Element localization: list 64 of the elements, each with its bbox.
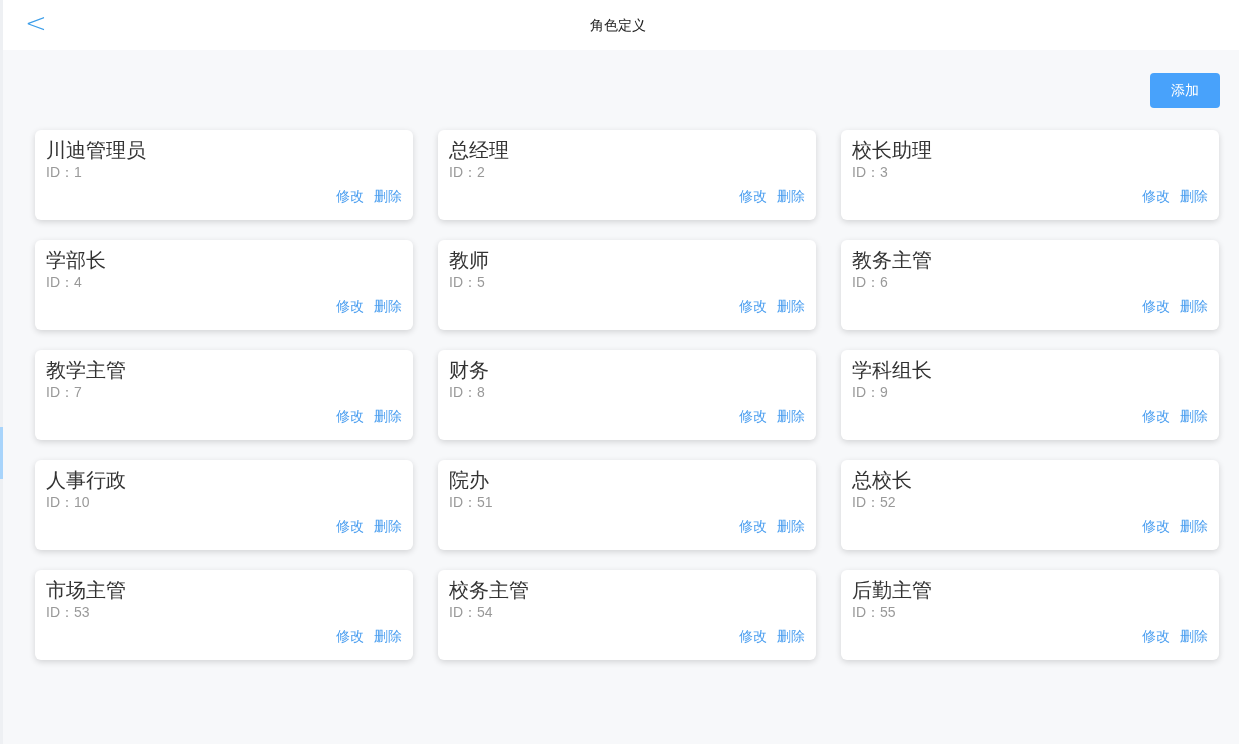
- edit-link[interactable]: 修改: [1142, 517, 1170, 535]
- edit-link[interactable]: 修改: [336, 297, 364, 315]
- role-name: 学科组长: [852, 358, 932, 383]
- role-id: ID：2: [449, 163, 485, 181]
- role-id: ID：4: [46, 273, 82, 291]
- delete-link[interactable]: 删除: [1180, 297, 1208, 315]
- role-name: 总经理: [449, 138, 509, 163]
- delete-link[interactable]: 删除: [1180, 187, 1208, 205]
- edit-link[interactable]: 修改: [739, 297, 767, 315]
- role-name: 人事行政: [46, 468, 126, 493]
- edit-link[interactable]: 修改: [336, 407, 364, 425]
- delete-link[interactable]: 删除: [777, 187, 805, 205]
- back-button[interactable]: <: [25, 10, 47, 36]
- edit-link[interactable]: 修改: [336, 517, 364, 535]
- role-name: 教务主管: [852, 248, 932, 273]
- role-id: ID：3: [852, 163, 888, 181]
- role-id: ID：51: [449, 493, 493, 511]
- delete-link[interactable]: 删除: [777, 517, 805, 535]
- delete-link[interactable]: 删除: [374, 297, 402, 315]
- role-id: ID：6: [852, 273, 888, 291]
- role-name: 后勤主管: [852, 578, 932, 603]
- role-name: 学部长: [46, 248, 106, 273]
- delete-link[interactable]: 删除: [1180, 627, 1208, 645]
- edit-link[interactable]: 修改: [336, 627, 364, 645]
- role-id: ID：8: [449, 383, 485, 401]
- edit-link[interactable]: 修改: [739, 187, 767, 205]
- role-id: ID：52: [852, 493, 896, 511]
- role-name: 财务: [449, 358, 489, 383]
- edit-link[interactable]: 修改: [1142, 407, 1170, 425]
- role-name: 川迪管理员: [46, 138, 146, 163]
- edit-link[interactable]: 修改: [739, 517, 767, 535]
- add-button[interactable]: 添加: [1150, 73, 1220, 108]
- edit-link[interactable]: 修改: [1142, 297, 1170, 315]
- role-id: ID：1: [46, 163, 82, 181]
- delete-link[interactable]: 删除: [374, 517, 402, 535]
- role-name: 校务主管: [449, 578, 529, 603]
- delete-link[interactable]: 删除: [777, 627, 805, 645]
- role-name: 校长助理: [852, 138, 932, 163]
- delete-link[interactable]: 删除: [374, 627, 402, 645]
- role-name: 教学主管: [46, 358, 126, 383]
- edit-link[interactable]: 修改: [739, 407, 767, 425]
- role-id: ID：9: [852, 383, 888, 401]
- delete-link[interactable]: 删除: [1180, 517, 1208, 535]
- edit-link[interactable]: 修改: [739, 627, 767, 645]
- delete-link[interactable]: 删除: [777, 297, 805, 315]
- edit-link[interactable]: 修改: [1142, 627, 1170, 645]
- edit-link[interactable]: 修改: [1142, 187, 1170, 205]
- role-name: 教师: [449, 248, 489, 273]
- role-name: 总校长: [852, 468, 912, 493]
- delete-link[interactable]: 删除: [777, 407, 805, 425]
- role-id: ID：53: [46, 603, 90, 621]
- edit-link[interactable]: 修改: [336, 187, 364, 205]
- role-id: ID：55: [852, 603, 896, 621]
- role-name: 市场主管: [46, 578, 126, 603]
- scroll-indicator: [0, 427, 3, 479]
- role-name: 院办: [449, 468, 489, 493]
- delete-link[interactable]: 删除: [374, 407, 402, 425]
- role-id: ID：54: [449, 603, 493, 621]
- role-id: ID：5: [449, 273, 485, 291]
- delete-link[interactable]: 删除: [374, 187, 402, 205]
- page-title: 角色定义: [590, 15, 647, 35]
- role-id: ID：10: [46, 493, 90, 511]
- delete-link[interactable]: 删除: [1180, 407, 1208, 425]
- role-id: ID：7: [46, 383, 82, 401]
